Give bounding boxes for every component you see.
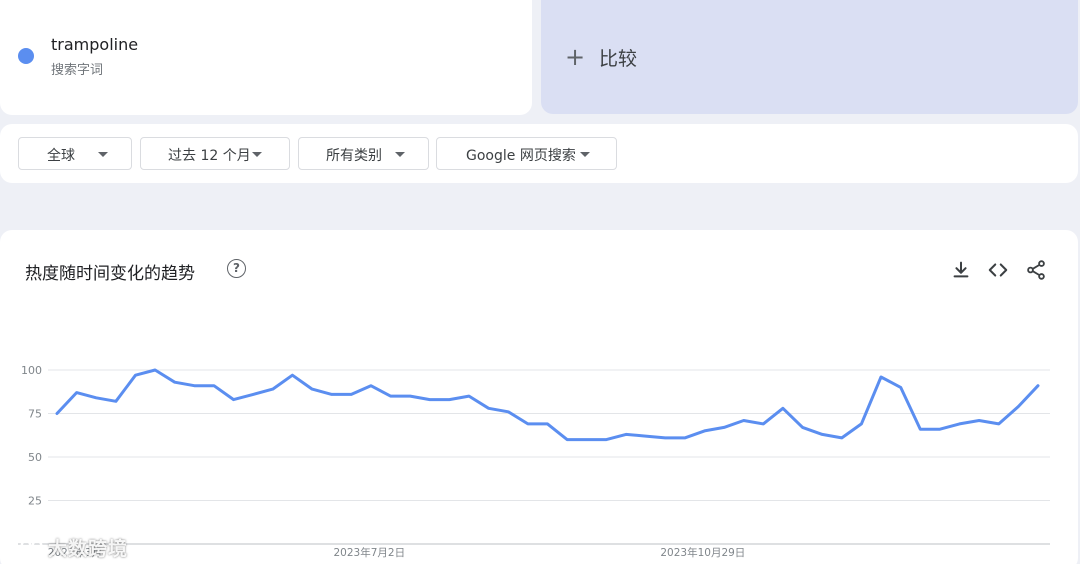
property-filter-dropdown[interactable]: Google 网页搜索 [436, 137, 617, 170]
filter-bar: 全球 过去 12 个月 所有类别 Google 网页搜索 [0, 124, 1078, 183]
series-line-trampoline [55, 368, 1040, 442]
region-filter-dropdown[interactable]: 全球 [18, 137, 132, 170]
y-tick-label: 50 [28, 451, 42, 464]
watermark: 大数跨境 [8, 534, 158, 560]
x-tick-label: 2023年7月2日 [334, 546, 406, 559]
chevron-down-icon [580, 152, 590, 157]
watermark-text: 大数跨境 [48, 538, 129, 560]
search-term-name[interactable]: trampoline [51, 35, 138, 54]
search-term-card[interactable]: trampoline 搜索字词 [0, 0, 532, 115]
add-comparison-button[interactable]: + 比较 [541, 0, 1078, 114]
chevron-down-icon [395, 152, 405, 157]
interest-over-time-card: 热度随时间变化的趋势 ? 100 75 50 25 2023年3月 2023年7月2日 20… [0, 230, 1078, 564]
y-tick-label: 100 [21, 364, 42, 377]
category-filter-dropdown[interactable]: 所有类别 [298, 137, 429, 170]
region-filter-label: 全球 [47, 148, 75, 164]
compare-label: 比较 [599, 48, 638, 70]
watermark-logo-icon [10, 537, 43, 555]
category-filter-label: 所有类别 [326, 148, 382, 164]
y-tick-label: 25 [28, 495, 42, 508]
time-filter-dropdown[interactable]: 过去 12 个月 [140, 137, 290, 170]
search-term-type: 搜索字词 [51, 63, 104, 78]
y-tick-label: 75 [28, 408, 42, 421]
time-filter-label: 过去 12 个月 [168, 148, 251, 164]
series-color-dot [18, 48, 34, 64]
chevron-down-icon [252, 152, 262, 157]
trend-line-chart: 1007550252023年3月 2023年7月2日 2023年10月29日 [18, 364, 1050, 559]
x-tick-label: 2023年10月29日 [660, 546, 745, 559]
chevron-down-icon [98, 152, 108, 157]
property-filter-label: Google 网页搜索 [466, 148, 576, 164]
plus-icon: + [565, 43, 586, 71]
